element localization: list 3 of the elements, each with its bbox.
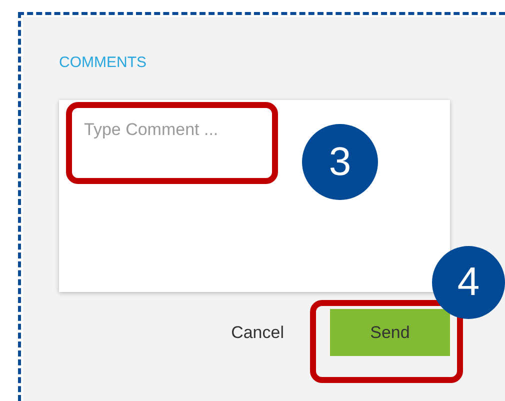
- section-title: COMMENTS: [59, 54, 148, 72]
- cancel-button[interactable]: Cancel: [229, 318, 286, 346]
- send-button[interactable]: Send: [330, 309, 450, 356]
